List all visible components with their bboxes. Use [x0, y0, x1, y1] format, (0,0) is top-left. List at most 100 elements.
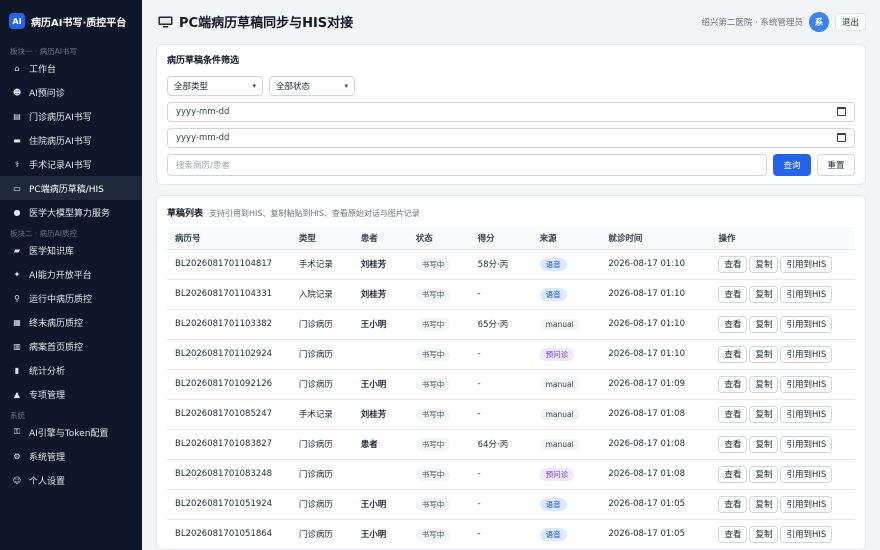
date-to-placeholder: yyyy-mm-dd: [176, 132, 230, 143]
copy-button[interactable]: 复制: [749, 465, 779, 483]
actions-cell: 查看 复制 引用到HIS: [710, 248, 855, 279]
sidebar-item-label: 门诊病历AI书写: [29, 112, 92, 123]
sidebar-item-label: 运行中病历质控: [29, 294, 93, 305]
copy-button[interactable]: 复制: [749, 375, 779, 393]
logout-button[interactable]: 退出: [834, 12, 866, 31]
copy-button[interactable]: 复制: [749, 495, 779, 513]
copy-button[interactable]: 复制: [749, 525, 779, 543]
sidebar-item[interactable]: ▦ 终末病历质控: [0, 310, 142, 334]
cite-to-his-button[interactable]: 引用到HIS: [780, 375, 833, 393]
sidebar-item-label: 手术记录AI书写: [29, 160, 92, 171]
view-button[interactable]: 查看: [718, 525, 748, 543]
source-badge: 语音: [539, 497, 567, 511]
copy-button[interactable]: 复制: [749, 255, 779, 273]
sidebar-item[interactable]: ▤ 门诊病历AI书写: [0, 104, 142, 128]
date-to-input[interactable]: yyyy-mm-dd: [167, 127, 855, 148]
record-id-cell: BL2026081701051924: [167, 488, 291, 519]
status-cell: 书写中: [407, 308, 470, 339]
cite-to-his-button[interactable]: 引用到HIS: [780, 315, 833, 333]
sidebar-item-label: 个人设置: [29, 476, 66, 487]
actions-cell: 查看 复制 引用到HIS: [710, 278, 855, 309]
table-row[interactable]: BL2026081701083248 门诊病历 书写中 - 预问诊 2026-08-17 …: [167, 458, 855, 489]
sidebar-item[interactable]: ☻ AI预问诊: [0, 80, 142, 104]
sidebar-item[interactable]: ✦ AI能力开放平台: [0, 262, 142, 286]
sidebar-item[interactable]: ▬ 住院病历AI书写: [0, 128, 142, 152]
brand[interactable]: AI 病历AI书写·质控平台: [0, 0, 142, 42]
copy-button[interactable]: 复制: [749, 315, 779, 333]
status-select[interactable]: 全部状态 ▾: [269, 75, 355, 96]
copy-button[interactable]: 复制: [749, 435, 779, 453]
record-id-cell: BL2026081701083248: [167, 458, 291, 489]
sidebar-item[interactable]: ● 医学大模型算力服务: [0, 200, 142, 224]
cite-to-his-button[interactable]: 引用到HIS: [780, 465, 833, 483]
type-select[interactable]: 全部类型 ▾: [167, 75, 263, 96]
calendar-icon[interactable]: [837, 133, 846, 143]
cite-to-his-button[interactable]: 引用到HIS: [780, 495, 833, 513]
sidebar-item[interactable]: ⌂ 工作台: [0, 56, 142, 80]
sidebar-item[interactable]: ▰ 医学知识库: [0, 238, 142, 262]
table-row[interactable]: BL2026081701104331 入院记录 刘桂芳 书写中 - 语音 2026-08-1…: [167, 278, 855, 309]
patient-cell: 患者: [352, 428, 408, 459]
sidebar-item-label: PC端病历草稿/HIS: [29, 184, 104, 195]
copy-button[interactable]: 复制: [749, 405, 779, 423]
visit-time-cell: 2026-08-17 01:10: [600, 338, 711, 369]
cite-to-his-button[interactable]: 引用到HIS: [780, 435, 833, 453]
sidebar-item[interactable]: ⚕ 手术记录AI书写: [0, 152, 142, 176]
sidebar-item[interactable]: ▮ 统计分析: [0, 358, 142, 382]
sidebar-item[interactable]: ⚙ 系统管理: [0, 444, 142, 468]
page-title-text: PC端病历草稿同步与HIS对接: [179, 16, 354, 32]
table-row[interactable]: BL2026081701103382 门诊病历 王小明 书写中 65分·丙 manual 2…: [167, 308, 855, 339]
sidebar-item[interactable]: ⚲ 运行中病历质控: [0, 286, 142, 310]
view-button[interactable]: 查看: [718, 465, 748, 483]
visit-time-cell: 2026-08-17 01:08: [600, 398, 711, 429]
table-row[interactable]: BL2026081701085247 手术记录 刘桂芳 书写中 - manual 2026-…: [167, 398, 855, 429]
actions-cell: 查看 复制 引用到HIS: [710, 428, 855, 459]
avatar[interactable]: 系: [808, 11, 829, 32]
view-button[interactable]: 查看: [718, 285, 748, 303]
robot-icon: ☻: [12, 87, 22, 97]
sidebar-item[interactable]: ▭ PC端病历草稿/HIS: [0, 176, 142, 200]
chart-icon: ▮: [14, 365, 20, 375]
table-row[interactable]: BL2026081701102924 门诊病历 书写中 - 预问诊 2026-08-17 …: [167, 338, 855, 369]
table-row[interactable]: BL2026081701051864 门诊病历 王小明 书写中 - 语音 2026-08-1…: [167, 518, 855, 549]
table-row[interactable]: BL2026081701104817 手术记录 刘桂芳 书写中 58分·丙 语音 2026-…: [167, 248, 855, 279]
sidebar-item[interactable]: ☺ 个人设置: [0, 468, 142, 492]
view-button[interactable]: 查看: [718, 255, 748, 273]
view-button[interactable]: 查看: [718, 405, 748, 423]
book-icon: ▰: [13, 245, 21, 255]
monitor-icon: ▭: [13, 183, 21, 193]
document-icon: ▦: [13, 317, 21, 327]
table-row[interactable]: BL2026081701051924 门诊病历 王小明 书写中 - 语音 2026-08-1…: [167, 488, 855, 519]
cite-to-his-button[interactable]: 引用到HIS: [780, 255, 833, 273]
sidebar-item[interactable]: ▲ 专项管理: [0, 382, 142, 406]
score-cell: -: [469, 338, 532, 369]
date-from-input[interactable]: yyyy-mm-dd: [167, 101, 855, 122]
copy-button[interactable]: 复制: [749, 285, 779, 303]
view-button[interactable]: 查看: [718, 345, 748, 363]
calendar-icon[interactable]: [837, 107, 846, 117]
source-badge: 语音: [539, 527, 567, 541]
view-button[interactable]: 查看: [718, 315, 748, 333]
sidebar-item-label: 专项管理: [29, 390, 66, 401]
sidebar-item-label: 医学知识库: [29, 246, 75, 257]
status-badge: 书写中: [415, 287, 451, 301]
cite-to-his-button[interactable]: 引用到HIS: [780, 525, 833, 543]
table-row[interactable]: BL2026081701083827 门诊病历 患者 书写中 64分·丙 manual 20…: [167, 428, 855, 459]
search-input[interactable]: 搜索病历/患者: [167, 153, 767, 176]
actions-cell: 查看 复制 引用到HIS: [710, 398, 855, 429]
sidebar-item[interactable]: ▥ 病案首页质控: [0, 334, 142, 358]
table-row[interactable]: BL2026081701092126 门诊病历 王小明 书写中 - manual 2026-…: [167, 368, 855, 399]
reset-button[interactable]: 重置: [817, 153, 855, 176]
visit-time-cell: 2026-08-17 01:05: [600, 518, 711, 549]
cite-to-his-button[interactable]: 引用到HIS: [780, 345, 833, 363]
sidebar-item[interactable]: ⚿ AI引擎与Token配置: [0, 420, 142, 444]
query-button[interactable]: 查询: [773, 153, 811, 176]
cite-to-his-button[interactable]: 引用到HIS: [780, 285, 833, 303]
view-button[interactable]: 查看: [718, 435, 748, 453]
patient-cell: 王小明: [352, 308, 408, 339]
cite-to-his-button[interactable]: 引用到HIS: [780, 405, 833, 423]
copy-button[interactable]: 复制: [749, 345, 779, 363]
view-button[interactable]: 查看: [718, 495, 748, 513]
view-button[interactable]: 查看: [718, 375, 748, 393]
source-badge: 语音: [539, 257, 567, 271]
